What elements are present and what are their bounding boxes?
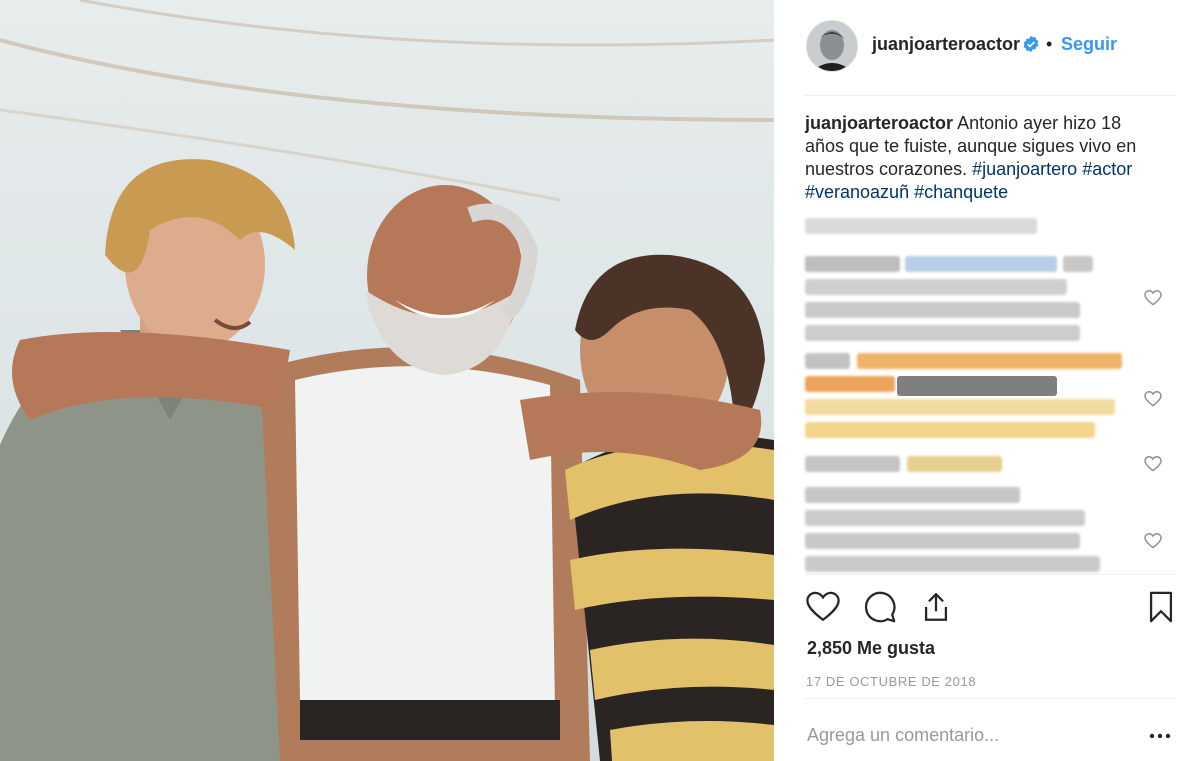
hashtag[interactable]: #actor	[1082, 159, 1132, 179]
blurred-comment-text	[805, 256, 900, 272]
actions-divider	[804, 574, 1176, 575]
blurred-emoji-row	[805, 376, 895, 392]
post-date[interactable]: 17 DE OCTUBRE DE 2018	[806, 674, 976, 689]
post-username[interactable]: juanjoarteroactor	[872, 34, 1020, 55]
blurred-comment-text	[805, 533, 1080, 549]
blurred-comment-text	[805, 510, 1085, 526]
add-comment-input[interactable]: Agrega un comentario...	[807, 725, 999, 746]
likes-count[interactable]: 2,850 Me gusta	[807, 638, 935, 659]
hashtag[interactable]: #juanjoartero	[972, 159, 1077, 179]
comment-like-icon[interactable]	[1144, 456, 1162, 472]
post-photo	[0, 0, 774, 761]
blurred-comment-text	[805, 325, 1080, 341]
speech-bubble-icon[interactable]	[863, 590, 897, 624]
follow-button[interactable]: Seguir	[1061, 34, 1117, 55]
comment-divider	[804, 698, 1176, 699]
hashtag[interactable]: #chanquete	[914, 182, 1008, 202]
blurred-comment-text	[805, 279, 1067, 295]
heart-icon[interactable]	[806, 590, 840, 624]
post-header: juanjoarteroactor • Seguir	[774, 0, 1200, 94]
comment-like-icon[interactable]	[1144, 391, 1162, 407]
comment-like-icon[interactable]	[1144, 290, 1162, 306]
blurred-emoji-row	[857, 353, 1122, 369]
blurred-load-more[interactable]	[805, 218, 1037, 234]
comment-like-icon[interactable]	[1144, 533, 1162, 549]
blurred-emoji-row	[805, 399, 1115, 415]
photo-illustration	[0, 0, 774, 761]
ellipsis-icon[interactable]	[1148, 728, 1172, 744]
blurred-comment-mention	[905, 256, 1057, 272]
bookmark-icon[interactable]	[1144, 590, 1178, 624]
post-details-panel: juanjoarteroactor • Seguir juanjoarteroa…	[774, 0, 1200, 761]
blurred-comment-text	[805, 487, 1020, 503]
blurred-comment-text	[805, 456, 900, 472]
verified-badge-icon	[1023, 35, 1039, 53]
blurred-comment-text	[1063, 256, 1093, 272]
blurred-comment-text	[805, 302, 1080, 318]
post-caption: juanjoarteroactor Antonio ayer hizo 18 a…	[805, 112, 1150, 204]
blurred-emoji-row	[805, 422, 1095, 438]
blurred-emoji-row	[907, 456, 1002, 472]
separator-dot: •	[1046, 34, 1053, 54]
blurred-comment-text	[805, 556, 1100, 572]
hashtag[interactable]: #veranoazuñ	[805, 182, 909, 202]
caption-username[interactable]: juanjoarteroactor	[805, 113, 953, 133]
share-icon[interactable]	[919, 590, 953, 624]
avatar[interactable]	[806, 20, 858, 72]
blurred-comment-text	[805, 353, 850, 369]
redacted-block	[897, 376, 1057, 396]
comments-section: juanjoarteroactor Antonio ayer hizo 18 a…	[774, 96, 1200, 574]
